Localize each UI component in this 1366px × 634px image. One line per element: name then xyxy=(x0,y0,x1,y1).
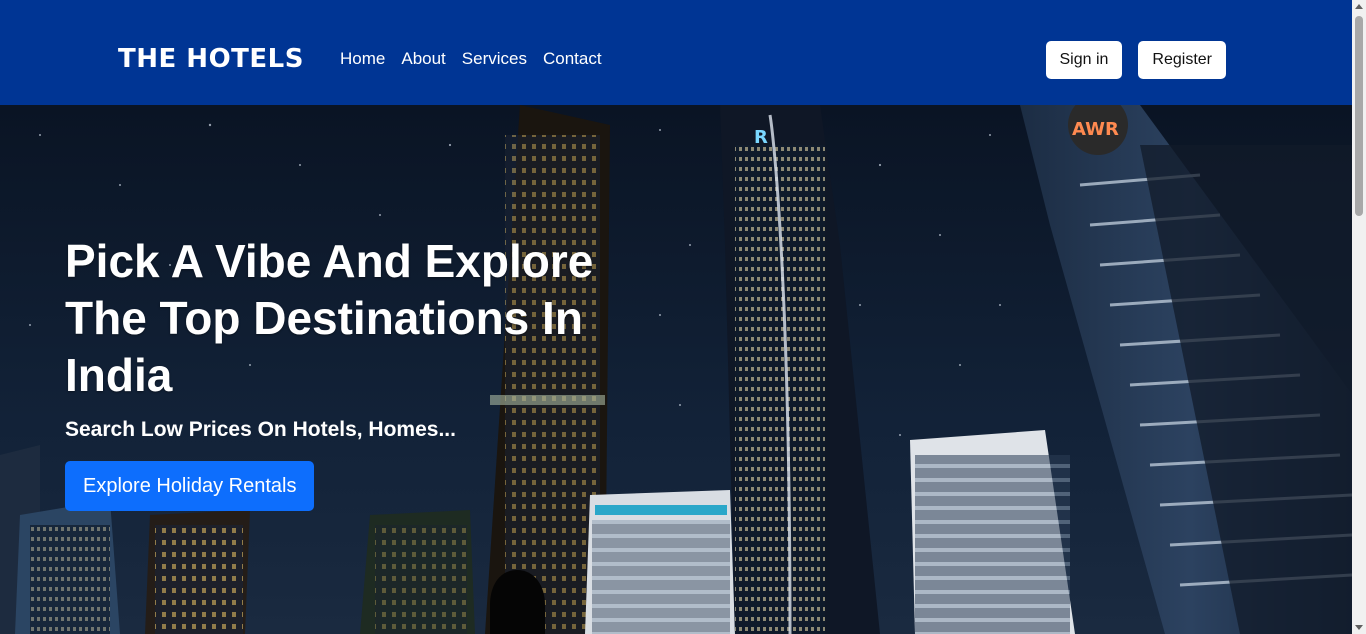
scroll-up-arrow-icon[interactable] xyxy=(1355,4,1363,9)
brand-logo[interactable]: THE HOTELS xyxy=(118,44,304,74)
register-button[interactable]: Register xyxy=(1138,41,1226,79)
navbar: THE HOTELS Home About Services Contact S… xyxy=(0,0,1352,105)
scroll-down-arrow-icon[interactable] xyxy=(1355,625,1363,630)
svg-text:AWR: AWR xyxy=(1072,119,1119,140)
auth-buttons: Sign in Register xyxy=(1045,41,1226,79)
svg-text:R: R xyxy=(754,127,768,148)
page-scrollbar[interactable] xyxy=(1352,0,1366,634)
nav-links: Home About Services Contact xyxy=(340,49,602,69)
nav-link-home[interactable]: Home xyxy=(340,49,385,69)
hero-section: R AWR Pick A Vibe And Explore The Top De… xyxy=(0,105,1352,634)
hero-subtitle: Search Low Prices On Hotels, Homes... xyxy=(65,418,456,441)
nav-link-contact[interactable]: Contact xyxy=(543,49,602,69)
hero-title: Pick A Vibe And Explore The Top Destinat… xyxy=(65,235,594,401)
hero-content: Pick A Vibe And Explore The Top Destinat… xyxy=(65,233,665,511)
nav-link-about[interactable]: About xyxy=(401,49,445,69)
nav-link-services[interactable]: Services xyxy=(462,49,527,69)
explore-holiday-rentals-button[interactable]: Explore Holiday Rentals xyxy=(65,461,315,511)
sign-in-button[interactable]: Sign in xyxy=(1045,41,1123,79)
scrollbar-thumb[interactable] xyxy=(1355,16,1363,216)
